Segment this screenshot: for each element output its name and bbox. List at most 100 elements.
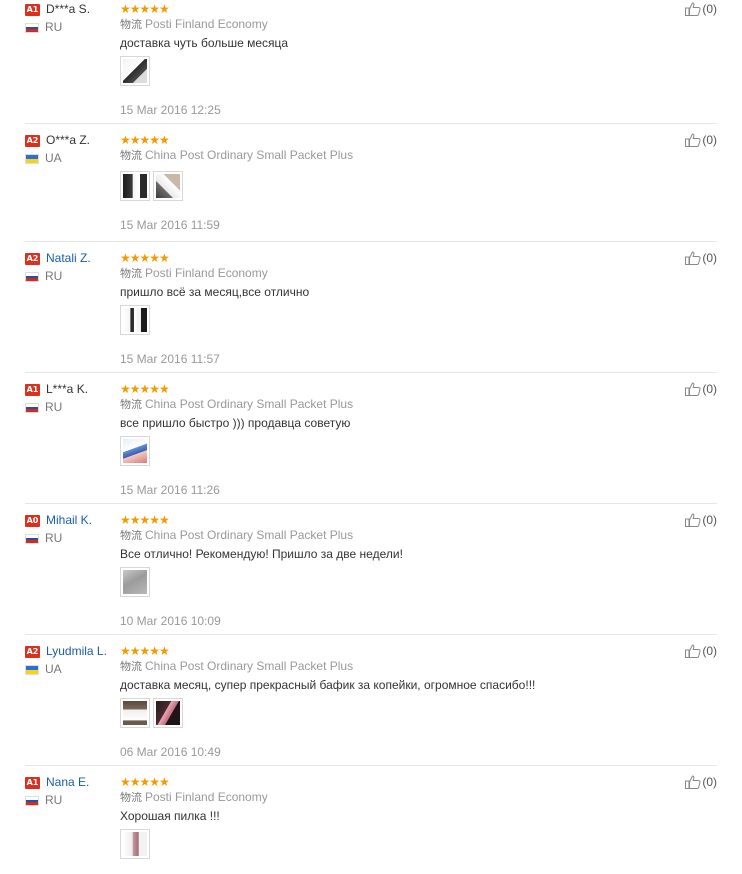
- star-rating: ★★★★★: [120, 513, 170, 527]
- helpful-count: (0): [702, 133, 717, 147]
- review-photo-thumbnail[interactable]: [120, 829, 150, 859]
- logistics-label: 物流: [120, 529, 142, 542]
- logistics-name: Posti Finland Economy: [145, 790, 268, 804]
- review-text: Все отличнo! Рекомендую! Пришло за две н…: [120, 547, 403, 561]
- review-photos: [120, 436, 150, 466]
- thumbs-up-icon: [685, 513, 701, 527]
- review-date: 10 Mar 2016 10:09: [120, 614, 221, 628]
- review-date: 15 Mar 2016 11:57: [120, 352, 220, 366]
- logistics-name: China Post Ordinary Small Packet Plus: [145, 148, 354, 162]
- buyer-country: RU: [45, 269, 63, 283]
- buyer-country: RU: [45, 793, 63, 807]
- shipping-method: 物流 China Post Ordinary Small Packet Plus: [120, 396, 353, 413]
- shipping-method: 物流 China Post Ordinary Small Packet Plus: [120, 658, 353, 675]
- review-photo-thumbnail[interactable]: [120, 567, 150, 597]
- logistics-name: China Post Ordinary Small Packet Plus: [145, 397, 354, 411]
- review-item: A2 Lyudmila L. UA ★★★★★ 物流 China Post Ordinar…: [25, 643, 717, 766]
- buyer-level-badge: A0: [25, 515, 40, 527]
- logistics-label: 物流: [120, 149, 142, 162]
- buyer-name[interactable]: Lyudmila L.: [46, 643, 107, 659]
- logistics-label: 物流: [120, 660, 142, 673]
- helpful-count: (0): [702, 2, 717, 16]
- buyer-country: RU: [45, 20, 63, 34]
- shipping-method: 物流 China Post Ordinary Small Packet Plus: [120, 527, 353, 544]
- buyer-name: D***a S.: [46, 2, 91, 16]
- review-date: 15 Mar 2016 11:59: [120, 218, 220, 232]
- review-item: A1 Nana E. RU ★★★★★ 物流 Posti Finland Economy Х…: [25, 774, 717, 874]
- star-rating: ★★★★★: [120, 251, 170, 265]
- helpful-count: (0): [702, 251, 717, 265]
- country-flag-icon: [25, 796, 39, 806]
- helpful-count: (0): [702, 513, 717, 527]
- review-text: доставка чуть больше месяца: [120, 36, 289, 50]
- buyer-name[interactable]: Natali Z.: [46, 250, 91, 266]
- review-photos: [120, 305, 150, 335]
- shipping-method: 物流 Posti Finland Economy: [120, 789, 268, 806]
- buyer-country: UA: [45, 662, 62, 676]
- buyer-name: O***a Z.: [46, 133, 91, 147]
- star-rating: ★★★★★: [120, 775, 170, 789]
- country-flag-icon: [25, 154, 39, 164]
- thumbs-up-icon: [685, 2, 701, 16]
- review-photos: [120, 567, 150, 597]
- review-item: A2 Natali Z. RU ★★★★★ 物流 Posti Finland Econom…: [25, 250, 717, 373]
- shipping-method: 物流 Posti Finland Economy: [120, 265, 268, 282]
- helpful-button[interactable]: (0): [685, 132, 717, 148]
- buyer-name[interactable]: Mihail K.: [46, 512, 92, 528]
- helpful-button[interactable]: (0): [685, 774, 717, 790]
- logistics-name: China Post Ordinary Small Packet Plus: [145, 528, 354, 542]
- helpful-button[interactable]: (0): [685, 643, 717, 659]
- buyer-level-badge: A1: [25, 4, 40, 16]
- review-item: A1 D***a S. RU ★★★★★ 物流 Posti Finland Economy…: [25, 1, 717, 124]
- helpful-button[interactable]: (0): [685, 381, 717, 397]
- country-flag-icon: [25, 272, 39, 282]
- star-rating: ★★★★★: [120, 382, 170, 396]
- buyer-name: L***a K.: [46, 382, 89, 396]
- country-flag-icon: [25, 665, 39, 675]
- review-text: доставка месяц, супер прекрасный бафик з…: [120, 678, 536, 692]
- logistics-name: Posti Finland Economy: [145, 266, 268, 280]
- review-text: Хорошая пилка !!!: [120, 809, 220, 823]
- review-photo-thumbnail[interactable]: [120, 698, 150, 728]
- thumbs-up-icon: [685, 251, 701, 265]
- country-flag-icon: [25, 534, 39, 544]
- star-rating: ★★★★★: [120, 644, 170, 658]
- review-text: все пришло быстро ))) продавца советую: [120, 416, 351, 430]
- helpful-button[interactable]: (0): [685, 250, 717, 266]
- review-item: A2 O***a Z. UA ★★★★★ 物流 China Post Ordinary S…: [25, 132, 717, 242]
- thumbs-up-icon: [685, 644, 701, 658]
- buyer-level-badge: A2: [25, 253, 40, 265]
- review-photos: [120, 171, 183, 201]
- buyer-level-badge: A2: [25, 135, 40, 147]
- star-rating: ★★★★★: [120, 133, 170, 147]
- thumbs-up-icon: [685, 133, 701, 147]
- review-photo-thumbnail[interactable]: [153, 171, 183, 201]
- buyer-level-badge: A1: [25, 384, 40, 396]
- review-photo-thumbnail[interactable]: [120, 305, 150, 335]
- review-photo-thumbnail[interactable]: [120, 56, 150, 86]
- review-photos: [120, 56, 150, 86]
- review-date: 15 Mar 2016 11:26: [120, 483, 220, 497]
- review-photo-thumbnail[interactable]: [120, 171, 150, 201]
- review-photo-thumbnail[interactable]: [120, 436, 150, 466]
- buyer-level-badge: A1: [25, 777, 40, 789]
- buyer-country: RU: [45, 531, 63, 545]
- helpful-button[interactable]: (0): [685, 512, 717, 528]
- thumbs-up-icon: [685, 382, 701, 396]
- buyer-name[interactable]: Nana E.: [46, 774, 89, 790]
- shipping-method: 物流 Posti Finland Economy: [120, 16, 268, 33]
- logistics-name: China Post Ordinary Small Packet Plus: [145, 659, 354, 673]
- review-photo-thumbnail[interactable]: [153, 698, 183, 728]
- logistics-label: 物流: [120, 791, 142, 804]
- star-rating: ★★★★★: [120, 2, 170, 16]
- helpful-count: (0): [702, 382, 717, 396]
- logistics-label: 物流: [120, 398, 142, 411]
- helpful-button[interactable]: (0): [685, 1, 717, 17]
- helpful-count: (0): [702, 644, 717, 658]
- review-date: 06 Mar 2016 10:49: [120, 745, 221, 759]
- logistics-name: Posti Finland Economy: [145, 17, 268, 31]
- buyer-level-badge: A2: [25, 646, 40, 658]
- logistics-label: 物流: [120, 267, 142, 280]
- logistics-label: 物流: [120, 18, 142, 31]
- helpful-count: (0): [702, 775, 717, 789]
